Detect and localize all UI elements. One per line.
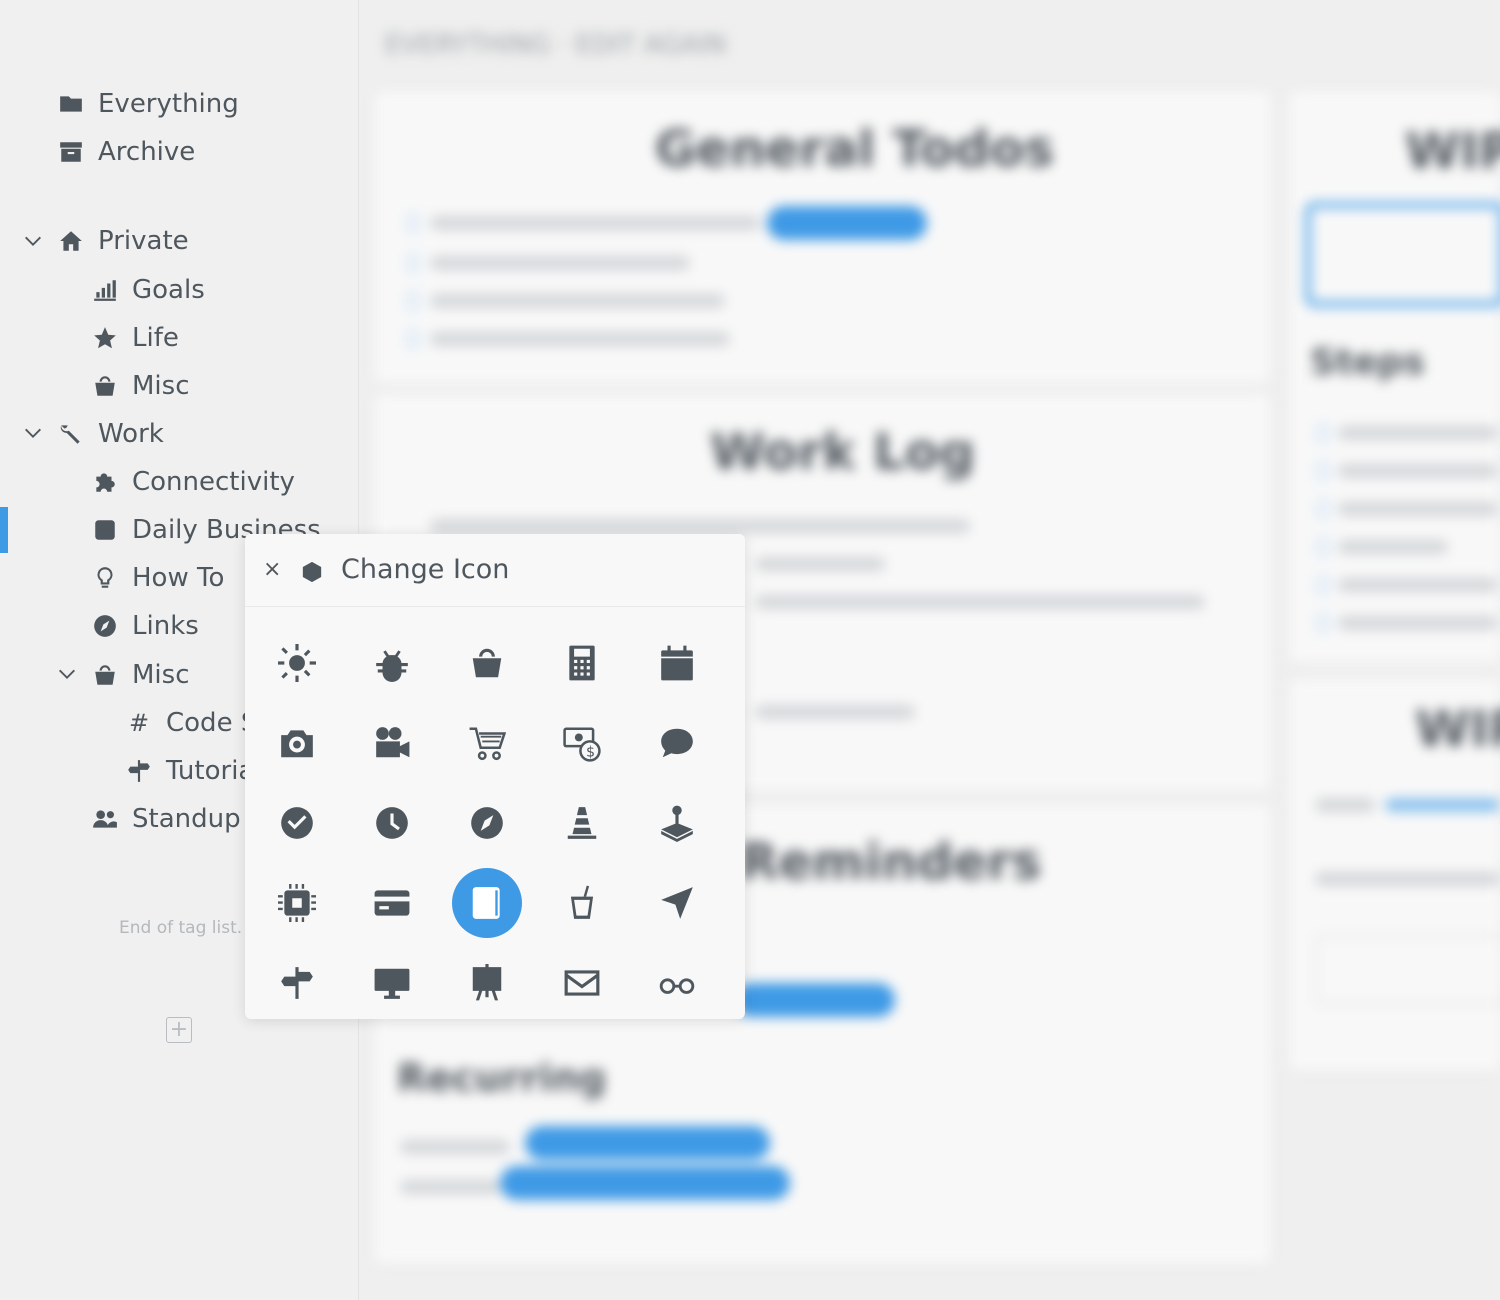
- sidebar-item-label: Work: [98, 419, 164, 449]
- icon-option-check-circle[interactable]: [262, 788, 332, 858]
- icon-option-desktop[interactable]: [357, 948, 427, 1018]
- icon-option-calculator[interactable]: [547, 628, 617, 698]
- plus-icon: +: [169, 1017, 189, 1042]
- sidebar-item-code[interactable]: # Code S: [124, 701, 257, 745]
- icon-option-comment[interactable]: [642, 708, 712, 778]
- svg-text:$: $: [586, 744, 595, 760]
- sidebar-item-label: Standup: [132, 804, 241, 834]
- active-indicator: [0, 507, 8, 553]
- card-title: General Todos: [655, 120, 1055, 178]
- sidebar-item-label: Archive: [98, 137, 196, 167]
- sidebar-item-life[interactable]: Life: [90, 316, 179, 360]
- icon-option-bug[interactable]: [357, 628, 427, 698]
- card-wip: WIP Steps: [1290, 92, 1500, 662]
- icon-option-compass[interactable]: [452, 788, 522, 858]
- sidebar-item-goals[interactable]: Goals: [90, 268, 205, 312]
- icon-option-clock[interactable]: [357, 788, 427, 858]
- sidebar-item-label: Code S: [166, 708, 258, 738]
- icon-option-video-camera[interactable]: [357, 708, 427, 778]
- hash-icon: #: [128, 709, 150, 737]
- icon-option-bucket[interactable]: [452, 628, 522, 698]
- popover-header: × Change Icon: [245, 534, 745, 607]
- sidebar-item-misc[interactable]: Misc: [90, 364, 190, 408]
- bar-chart-icon: [90, 275, 120, 305]
- sidebar-item-label: Misc: [132, 371, 190, 401]
- sidebar-item-tutorial[interactable]: Tutoria: [124, 749, 254, 793]
- end-of-list-text: End of tag list.: [119, 918, 243, 938]
- icon-option-calendar[interactable]: [642, 628, 712, 698]
- card-wip-2: WIP: [1290, 680, 1500, 1070]
- home-icon: [56, 226, 86, 256]
- archive-icon: [56, 137, 86, 167]
- close-icon[interactable]: ×: [263, 558, 281, 582]
- sidebar-item-label: Connectivity: [132, 467, 295, 497]
- users-icon: [90, 804, 120, 834]
- icon-option-easel[interactable]: [452, 948, 522, 1018]
- bucket-icon: [90, 660, 120, 690]
- sidebar-item-label: Private: [98, 226, 189, 256]
- lightbulb-icon: [90, 563, 120, 593]
- breadcrumb: EVERYTHING · EDIT AGAIN: [385, 30, 727, 60]
- star-icon: [90, 323, 120, 353]
- card-title: WIP: [1405, 122, 1500, 180]
- popover-title: Change Icon: [341, 554, 510, 585]
- icon-option-square[interactable]: [452, 868, 522, 938]
- signpost-icon: [124, 756, 154, 786]
- sidebar-item-work[interactable]: Work: [56, 412, 164, 456]
- icon-option-joystick[interactable]: [642, 788, 712, 858]
- sidebar-item-misc-work[interactable]: Misc: [90, 653, 190, 697]
- sidebar-item-standup[interactable]: Standup: [90, 797, 241, 841]
- icon-option-traffic-cone[interactable]: [547, 788, 617, 858]
- card-title: Reminders: [740, 833, 1042, 891]
- sidebar-item-label: Misc: [132, 660, 190, 690]
- icon-option-sun[interactable]: [262, 628, 332, 698]
- icon-option-glasses[interactable]: [642, 948, 712, 1018]
- folder-icon: [56, 89, 86, 119]
- icon-option-cup[interactable]: [547, 868, 617, 938]
- icon-option-envelope[interactable]: [547, 948, 617, 1018]
- sidebar-item-label: Everything: [98, 89, 239, 119]
- hexagon-icon: [302, 561, 322, 583]
- icon-option-camera[interactable]: [262, 708, 332, 778]
- wrench-icon: [56, 419, 86, 449]
- sidebar-item-label: Goals: [132, 275, 205, 305]
- chevron-down-icon[interactable]: [22, 230, 44, 252]
- change-icon-popover: × Change Icon $: [245, 534, 745, 1019]
- chevron-down-icon[interactable]: [22, 422, 44, 444]
- icon-option-signpost[interactable]: [262, 948, 332, 1018]
- square-icon: [90, 515, 120, 545]
- sidebar-item-label: How To: [132, 563, 225, 593]
- compass-icon: [90, 611, 120, 641]
- sidebar-item-how-to[interactable]: How To: [90, 556, 224, 600]
- sidebar-item-archive[interactable]: Archive: [56, 130, 195, 174]
- add-tag-button[interactable]: +: [166, 1017, 192, 1043]
- bucket-icon: [90, 371, 120, 401]
- chevron-down-icon[interactable]: [56, 663, 78, 685]
- card-recurring: Recurring: [375, 1048, 1270, 1263]
- sidebar-item-private[interactable]: Private: [56, 219, 189, 263]
- card-general-todos: General Todos: [375, 92, 1270, 382]
- card-title: Recurring: [397, 1056, 607, 1100]
- icon-option-location-arrow[interactable]: [642, 868, 712, 938]
- sidebar-item-connectivity[interactable]: Connectivity: [90, 460, 295, 504]
- card-title: Steps: [1310, 342, 1425, 383]
- card-title: WIP: [1415, 700, 1500, 758]
- puzzle-icon: [90, 467, 120, 497]
- sidebar-item-label: Life: [132, 323, 179, 353]
- sidebar-item-links[interactable]: Links: [90, 604, 199, 648]
- icon-option-cart[interactable]: [452, 708, 522, 778]
- icon-option-money[interactable]: $: [547, 708, 617, 778]
- card-title: Work Log: [710, 423, 976, 481]
- sidebar-item-everything[interactable]: Everything: [56, 82, 239, 126]
- sidebar-item-label: Tutoria: [166, 756, 255, 786]
- icon-option-chip[interactable]: [262, 868, 332, 938]
- icon-option-credit-card[interactable]: [357, 868, 427, 938]
- sidebar-item-label: Links: [132, 611, 199, 641]
